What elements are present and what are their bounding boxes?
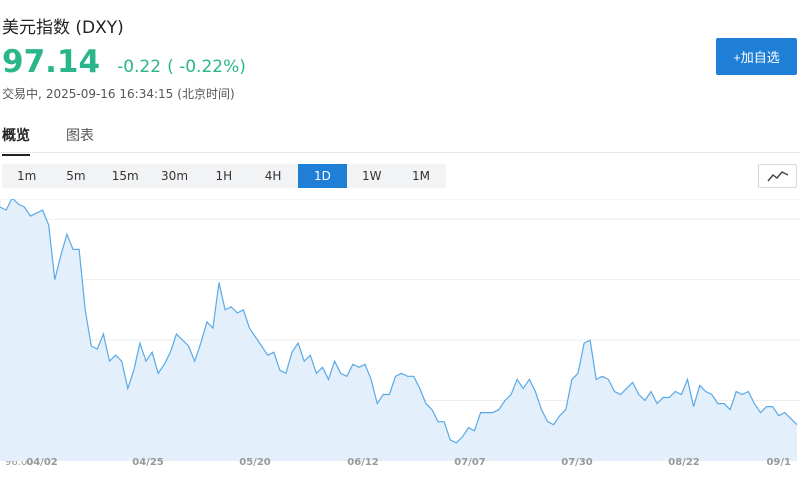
x-tick-label: 07/07: [454, 457, 486, 468]
tab-bar: 概览 图表: [0, 118, 800, 156]
period-1m[interactable]: 1m: [2, 164, 51, 188]
x-tick-label: 09/1: [766, 457, 791, 468]
index-title: 美元指数 (DXY): [2, 18, 124, 38]
line-chart-icon: [766, 171, 788, 182]
price-change: -0.22( -0.22%): [117, 57, 246, 77]
price-chart[interactable]: 104.00102.00100.0098.0096.0004/0204/2505…: [0, 199, 800, 477]
change-percent: ( -0.22%): [167, 57, 246, 77]
period-4h[interactable]: 4H: [248, 164, 297, 188]
period-selector: 1m 5m 15m 30m 1H 4H 1D 1W 1M: [2, 164, 446, 188]
period-1d[interactable]: 1D: [297, 164, 348, 188]
add-to-watchlist-button[interactable]: +加自选: [716, 38, 797, 75]
tab-chart[interactable]: 图表: [66, 125, 94, 145]
price-row: 97.14 -0.22( -0.22%): [2, 44, 246, 80]
trading-status: 交易中, 2025-09-16 16:34:15 (北京时间): [2, 85, 239, 102]
x-tick-label: 07/30: [561, 457, 593, 468]
timestamp: 2025-09-16 16:34:15: [45, 87, 174, 101]
current-price: 97.14: [2, 44, 101, 80]
period-1h[interactable]: 1H: [199, 164, 248, 188]
period-1w[interactable]: 1W: [347, 164, 396, 188]
chart-type-toggle[interactable]: [758, 164, 797, 188]
period-30m[interactable]: 30m: [150, 164, 199, 188]
x-tick-label: 05/20: [239, 457, 271, 468]
x-tick-label: 08/22: [668, 457, 700, 468]
timezone: (北京时间): [177, 87, 235, 101]
status-label: 交易中,: [2, 87, 42, 101]
period-5m[interactable]: 5m: [51, 164, 100, 188]
period-1mo[interactable]: 1M: [396, 164, 445, 188]
x-tick-label: 04/02: [26, 457, 58, 468]
x-tick-label: 04/25: [132, 457, 164, 468]
series-area: [0, 199, 797, 461]
change-value: -0.22: [117, 57, 162, 77]
x-tick-label: 06/12: [347, 457, 379, 468]
chart-svg: 104.00102.00100.0098.0096.0004/0204/2505…: [0, 199, 800, 468]
period-15m[interactable]: 15m: [101, 164, 150, 188]
tab-overview[interactable]: 概览: [2, 125, 30, 156]
